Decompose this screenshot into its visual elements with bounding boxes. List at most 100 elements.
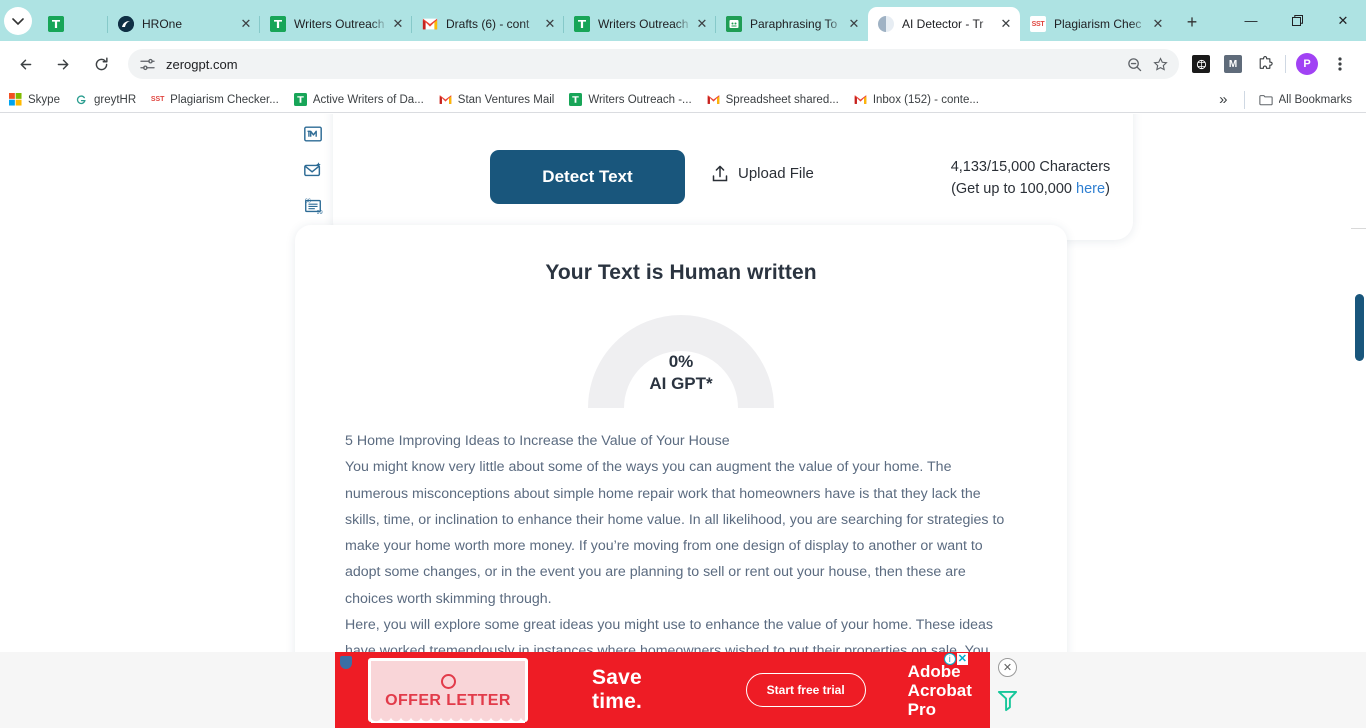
ad-headline: Save time. xyxy=(592,666,643,713)
profile-avatar[interactable]: P xyxy=(1296,53,1318,75)
dark-reader-icon xyxy=(1192,55,1210,73)
zoom-out-icon[interactable] xyxy=(1121,51,1147,77)
url-text: zerogpt.com xyxy=(166,56,238,72)
tab-close-icon[interactable]: ✕ xyxy=(542,16,558,32)
bookmark-label: Spreadsheet shared... xyxy=(725,93,839,106)
tab-writers-outreach-2[interactable]: Writers Outreach ✕ xyxy=(564,7,716,41)
character-upgrade-text: (Get up to 100,000 here) xyxy=(933,178,1128,200)
tab-title: Paraphrasing To xyxy=(750,17,838,31)
bookmarks-bar-right: » All Bookmarks xyxy=(1219,90,1358,109)
bookmark-skype[interactable]: Skype xyxy=(8,92,60,107)
bookmark-active-writers[interactable]: Active Writers of Da... xyxy=(293,92,424,107)
freestar-logo-icon[interactable] xyxy=(997,689,1018,718)
extensions-button[interactable] xyxy=(1252,51,1278,77)
analyzed-paragraph: 5 Home Improving Ideas to Increase the V… xyxy=(345,433,730,449)
greythr-icon xyxy=(74,92,89,107)
tab-close-icon[interactable]: ✕ xyxy=(846,16,862,32)
bookmark-stan-ventures-mail[interactable]: Stan Ventures Mail xyxy=(438,92,554,107)
tab-title: Writers Outreach xyxy=(598,17,689,31)
tab-close-icon[interactable]: ✕ xyxy=(998,16,1014,32)
reload-button[interactable] xyxy=(86,49,116,79)
gmail-icon xyxy=(422,16,438,32)
svg-text:99: 99 xyxy=(317,210,323,216)
adobe-acrobat-ad[interactable]: i ✕ OFFER LETTER Save time. Start free t… xyxy=(335,652,990,728)
detector-action-card: Detect Text Upload File 4,133/15,000 Cha… xyxy=(333,114,1133,240)
close-window-button[interactable]: ✕ xyxy=(1320,0,1366,41)
bookmarks-divider xyxy=(1243,90,1245,109)
dark-reader-extension-button[interactable] xyxy=(1188,51,1214,77)
scrollbar-top-line xyxy=(1351,228,1366,229)
tab-paraphrasing-tool[interactable]: Paraphrasing To ✕ xyxy=(716,7,868,41)
forward-button[interactable] xyxy=(48,49,78,79)
tab-gmail-drafts[interactable]: Drafts (6) - cont ✕ xyxy=(412,7,564,41)
extension-icons: M P xyxy=(1185,51,1356,77)
tab-close-icon[interactable]: ✕ xyxy=(1150,16,1166,32)
bookmarks-bar: Skype greytHR SST Plagiarism Checker... … xyxy=(0,87,1366,113)
bookmark-spreadsheet-shared[interactable]: Spreadsheet shared... xyxy=(706,92,839,107)
ad-cta-button[interactable]: Start free trial xyxy=(745,673,866,707)
bookmark-greythr[interactable]: greytHR xyxy=(74,92,136,107)
tab-title: Drafts (6) - cont xyxy=(446,17,530,31)
maximize-button[interactable] xyxy=(1274,0,1320,41)
detect-text-button[interactable]: Detect Text xyxy=(490,150,685,204)
window-controls: — ✕ xyxy=(1228,0,1366,41)
minimize-button[interactable]: — xyxy=(1228,0,1274,41)
upgrade-link[interactable]: here xyxy=(1076,181,1105,197)
scrollbar-thumb[interactable] xyxy=(1355,294,1364,361)
offer-letter-inner: OFFER LETTER xyxy=(371,661,526,723)
back-arrow-icon xyxy=(20,59,31,69)
bookmarks-overflow-button[interactable]: » xyxy=(1219,91,1227,108)
sheets-icon xyxy=(293,92,308,107)
tab-writers-outreach-1[interactable]: Writers Outreach - ✕ xyxy=(260,7,412,41)
ad-badge-icon xyxy=(340,656,352,669)
tab-title: Writers Outreach - xyxy=(294,17,388,31)
bookmark-inbox[interactable]: Inbox (152) - conte... xyxy=(853,92,979,107)
offer-letter-graphic: OFFER LETTER xyxy=(368,658,529,723)
tab-hrone[interactable]: HROne ✕ xyxy=(108,7,260,41)
email-tool-icon[interactable] xyxy=(301,158,325,182)
upload-icon xyxy=(711,164,729,183)
bookmark-plagiarism-checker[interactable]: SST Plagiarism Checker... xyxy=(150,92,279,107)
upload-file-button[interactable]: Upload File xyxy=(711,164,814,183)
side-tool-rail: 66 99 xyxy=(300,122,326,230)
tab-sheets-1[interactable] xyxy=(38,7,108,41)
gauge-percent: 0% xyxy=(668,352,694,371)
site-settings-icon[interactable] xyxy=(138,55,156,73)
upgrade-suffix: ) xyxy=(1105,181,1110,197)
word-count-tool-icon[interactable] xyxy=(301,122,325,146)
character-counter: 4,133/15,000 Characters (Get up to 100,0… xyxy=(933,156,1128,200)
tab-close-icon[interactable]: ✕ xyxy=(390,16,406,32)
citation-tool-icon[interactable]: 66 99 xyxy=(301,194,325,218)
tab-close-icon[interactable]: ✕ xyxy=(694,16,710,32)
tab-close-icon[interactable]: ✕ xyxy=(238,16,254,32)
forward-arrow-icon xyxy=(57,59,68,69)
sheets-icon xyxy=(48,16,64,32)
ad-choices-icon[interactable]: i xyxy=(943,653,956,665)
sst-icon: SST xyxy=(1030,16,1046,32)
ad-dismiss-button[interactable]: ✕ xyxy=(998,658,1017,677)
bookmark-star-icon[interactable] xyxy=(1147,51,1173,77)
sheets-icon xyxy=(270,16,286,32)
address-bar[interactable]: zerogpt.com xyxy=(128,49,1179,79)
tab-title: HROne xyxy=(142,17,183,31)
advertisement-bar: i ✕ OFFER LETTER Save time. Start free t… xyxy=(0,652,1366,728)
toolbar-divider xyxy=(1285,55,1286,73)
tab-title: Plagiarism Chec xyxy=(1054,17,1142,31)
tab-ai-detector[interactable]: AI Detector - Tr ✕ xyxy=(868,7,1020,41)
mailtrack-extension-button[interactable]: M xyxy=(1220,51,1246,77)
seal-icon xyxy=(440,673,456,689)
ad-right-panel: ✕ xyxy=(990,652,1366,728)
tab-search-button[interactable] xyxy=(4,7,32,35)
ad-close-icon[interactable]: ✕ xyxy=(956,653,968,665)
bookmark-writers-outreach[interactable]: Writers Outreach -... xyxy=(568,92,692,107)
three-dot-menu-icon xyxy=(1338,57,1342,71)
back-button[interactable] xyxy=(10,49,40,79)
bookmark-label: Inbox (152) - conte... xyxy=(872,93,979,106)
all-bookmarks-button[interactable]: All Bookmarks xyxy=(1259,92,1352,107)
ai-score-gauge: 0% AI GPT* xyxy=(588,313,774,408)
browser-menu-button[interactable] xyxy=(1327,51,1353,77)
bookmark-label: Plagiarism Checker... xyxy=(170,93,279,106)
tab-plagiarism-checker[interactable]: SST Plagiarism Chec ✕ xyxy=(1020,7,1172,41)
page-viewport: 66 99 Detect Text Upload File 4,133/15,0… xyxy=(0,114,1366,728)
new-tab-button[interactable]: + xyxy=(1178,8,1206,36)
